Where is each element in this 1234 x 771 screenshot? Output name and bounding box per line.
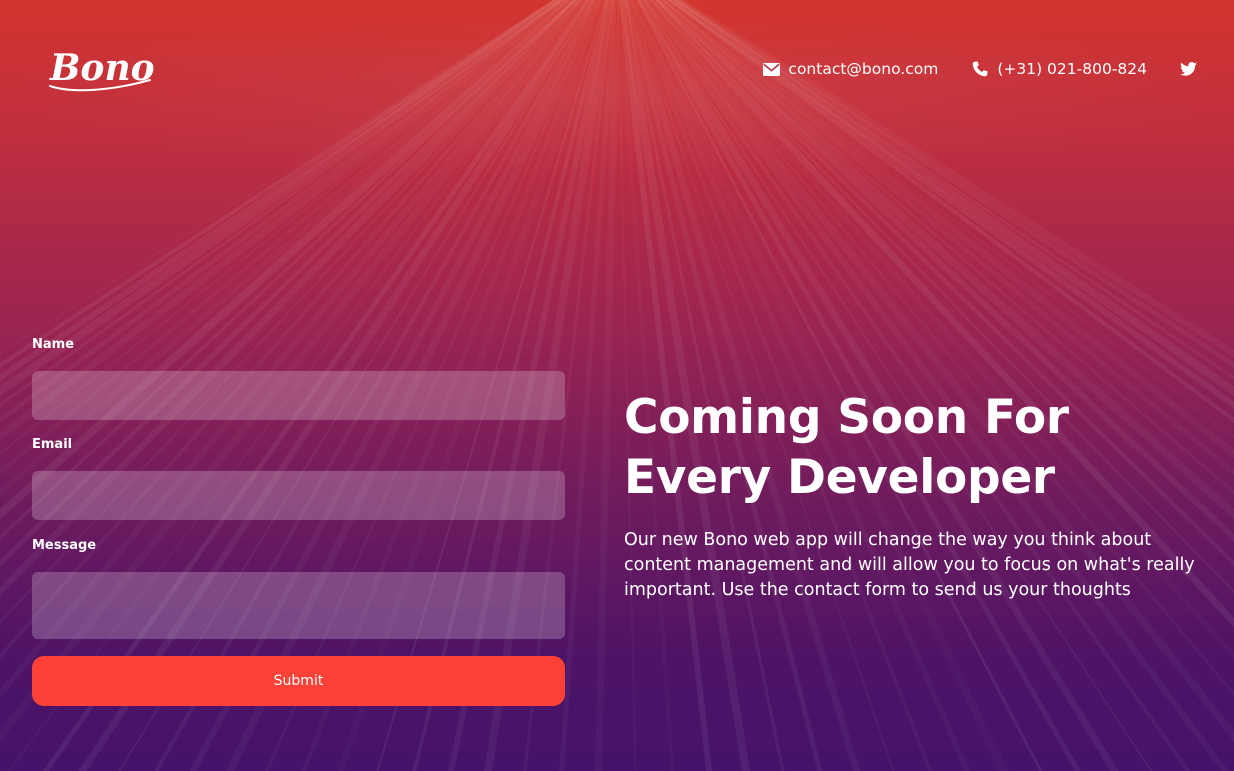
phone-icon (971, 60, 989, 78)
email-input[interactable] (32, 471, 565, 520)
submit-button[interactable]: Submit (32, 656, 565, 706)
email-label: Email (32, 437, 73, 452)
header-email-link[interactable]: contact@bono.com (762, 60, 938, 78)
contact-form: Name Email Message Submit (32, 336, 565, 706)
header-phone-text: (+31) 021-800-824 (997, 60, 1147, 78)
hero-title: Coming Soon For Every Developer (624, 390, 1069, 505)
header-phone-link[interactable]: (+31) 021-800-824 (971, 60, 1147, 78)
background-haze (0, 0, 1234, 180)
hero-description: Our new Bono web app will change the way… (624, 530, 1195, 600)
hero-section: Coming Soon For Every Developer Our new … (624, 388, 1214, 603)
name-input[interactable] (32, 371, 565, 420)
twitter-icon (1179, 60, 1197, 78)
envelope-icon (762, 60, 780, 78)
header-twitter-link[interactable] (1179, 60, 1197, 78)
message-textarea[interactable] (32, 572, 565, 639)
header-contact: contact@bono.com (+31) 021-800-824 (762, 58, 1197, 80)
coming-soon-page: Bono contact@bono.com (+31) 021-800-824 (0, 0, 1234, 771)
name-label: Name (32, 337, 75, 352)
message-label: Message (32, 538, 97, 553)
header-email-text: contact@bono.com (788, 60, 939, 78)
bono-logo[interactable]: Bono (44, 40, 156, 96)
